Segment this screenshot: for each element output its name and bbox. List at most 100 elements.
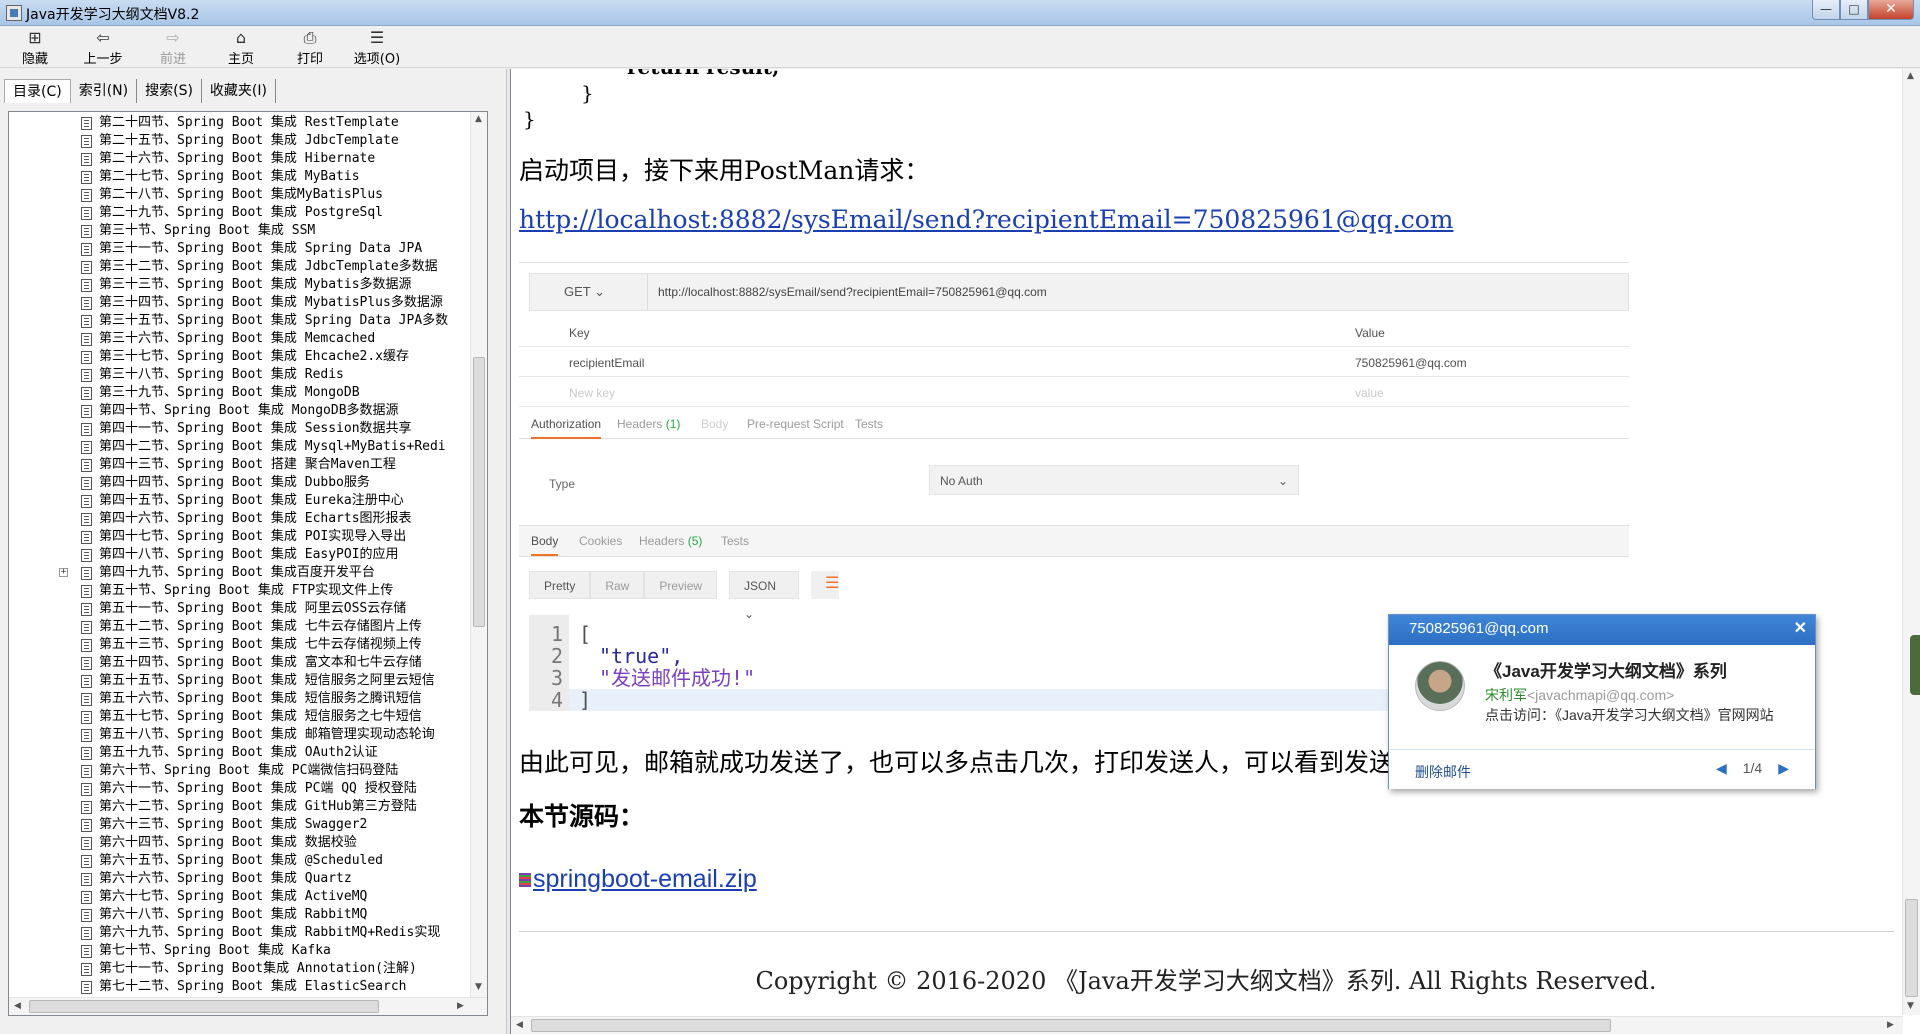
tree-item[interactable]: 第四十二节、Spring Boot 集成 Mysql+MyBatis+Redi bbox=[9, 438, 471, 456]
tree-item[interactable]: 第四十七节、Spring Boot 集成 POI实现导入导出 bbox=[9, 528, 471, 546]
tree-item[interactable]: 第三十六节、Spring Boot 集成 Memcached bbox=[9, 330, 471, 348]
maximize-button[interactable]: □ bbox=[1840, 0, 1868, 20]
tree-item[interactable]: 第六十节、Spring Boot 集成 PC端微信扫码登陆 bbox=[9, 762, 471, 780]
tree-item[interactable]: 第三十八节、Spring Boot 集成 Redis bbox=[9, 366, 471, 384]
scroll-down-icon[interactable]: ▼ bbox=[475, 982, 482, 992]
email-notification-popup[interactable]: 750825961@qq.com ✕ 《Java开发学习大纲文档》系列 宋利军<… bbox=[1388, 614, 1816, 789]
tree-item[interactable]: 第三十七节、Spring Boot 集成 Ehcache2.x缓存 bbox=[9, 348, 471, 366]
scroll-right-icon[interactable]: ▶ bbox=[1887, 1020, 1894, 1030]
scroll-left-icon[interactable]: ◀ bbox=[14, 1001, 21, 1011]
format-select[interactable]: JSON ⌄ bbox=[729, 571, 800, 621]
scroll-up-icon[interactable]: ▲ bbox=[475, 114, 482, 124]
wrap-lines-icon[interactable]: ☰ bbox=[811, 571, 839, 599]
expand-icon[interactable]: + bbox=[59, 568, 68, 577]
tree-vertical-scrollbar[interactable]: ▲ ▼ bbox=[470, 112, 487, 997]
tree-item[interactable]: 第四十一节、Spring Boot 集成 Session数据共享 bbox=[9, 420, 471, 438]
http-method-select[interactable]: GET ⌄ bbox=[530, 274, 648, 310]
param-value[interactable]: 750825961@qq.com bbox=[1355, 356, 1467, 370]
tree-scroll-thumb[interactable] bbox=[473, 357, 485, 627]
tree-item[interactable]: 第二十九节、Spring Boot 集成 PostgreSql bbox=[9, 204, 471, 222]
tree-item[interactable]: 第六十一节、Spring Boot 集成 PC端 QQ 授权登陆 bbox=[9, 780, 471, 798]
hide-button[interactable]: ⊞ 隐藏 bbox=[4, 28, 66, 67]
tree-item[interactable]: 第六十五节、Spring Boot 集成 @Scheduled bbox=[9, 852, 471, 870]
options-button[interactable]: ☰ 选项(O) bbox=[346, 28, 408, 67]
tree-item[interactable]: 第五十二节、Spring Boot 集成 七牛云存储图片上传 bbox=[9, 618, 471, 636]
tree-item[interactable]: 第五十四节、Spring Boot 集成 富文本和七牛云存储 bbox=[9, 654, 471, 672]
content-horizontal-scrollbar[interactable]: ◀ ▶ bbox=[511, 1016, 1903, 1034]
tree-item[interactable]: 第七十二节、Spring Boot 集成 ElasticSearch bbox=[9, 978, 471, 994]
tree-item[interactable]: 第三十一节、Spring Boot 集成 Spring Data JPA bbox=[9, 240, 471, 258]
tab-authorization[interactable]: Authorization bbox=[531, 417, 602, 439]
tree-item[interactable]: 第五十节、Spring Boot 集成 FTP实现文件上传 bbox=[9, 582, 471, 600]
zip-download-link[interactable]: springboot-email.zip bbox=[519, 865, 757, 894]
delete-email-button[interactable]: 删除邮件 bbox=[1415, 762, 1471, 782]
tab-response-tests[interactable]: Tests bbox=[721, 534, 749, 548]
tree-item[interactable]: 第三十二节、Spring Boot 集成 JdbcTemplate多数据 bbox=[9, 258, 471, 276]
notification-description[interactable]: 点击访问：《Java开发学习大纲文档》官网网站 bbox=[1485, 705, 1805, 725]
tree-item[interactable]: 第六十二节、Spring Boot 集成 GitHub第三方登陆 bbox=[9, 798, 471, 816]
tree-item[interactable]: 第四十节、Spring Boot 集成 MongoDB多数据源 bbox=[9, 402, 471, 420]
tree-item[interactable]: 第六十七节、Spring Boot 集成 ActiveMQ bbox=[9, 888, 471, 906]
tree-item[interactable]: 第三十四节、Spring Boot 集成 MybatisPlus多数据源 bbox=[9, 294, 471, 312]
tree-item[interactable]: 第七十节、Spring Boot 集成 Kafka bbox=[9, 942, 471, 960]
print-button[interactable]: ⎙ 打印 bbox=[279, 28, 341, 67]
previous-icon[interactable]: ◀ bbox=[1716, 760, 1727, 777]
side-tab-handle[interactable] bbox=[1910, 635, 1920, 695]
view-pretty[interactable]: Pretty bbox=[529, 571, 591, 599]
tree-item[interactable]: 第五十八节、Spring Boot 集成 邮箱管理实现动态轮询 bbox=[9, 726, 471, 744]
param-key[interactable]: recipientEmail bbox=[569, 356, 644, 370]
notification-body[interactable]: 《Java开发学习大纲文档》系列 宋利军<javachmapi@qq.com> … bbox=[1389, 645, 1815, 749]
tree-item[interactable]: 第二十六节、Spring Boot 集成 Hibernate bbox=[9, 150, 471, 168]
auth-type-select[interactable]: No Auth ⌄ bbox=[929, 465, 1299, 495]
tab-prerequest-script[interactable]: Pre-request Script bbox=[747, 417, 844, 431]
next-icon[interactable]: ▶ bbox=[1778, 760, 1789, 777]
scroll-up-icon[interactable]: ▲ bbox=[1907, 71, 1914, 81]
tree-item[interactable]: 第五十五节、Spring Boot 集成 短信服务之阿里云短信 bbox=[9, 672, 471, 690]
tree-item[interactable]: 第四十五节、Spring Boot 集成 Eureka注册中心 bbox=[9, 492, 471, 510]
request-url-input[interactable]: http://localhost:8882/sysEmail/send?reci… bbox=[658, 274, 1047, 310]
tree-item[interactable]: 第四十八节、Spring Boot 集成 EasyPOI的应用 bbox=[9, 546, 471, 564]
tree-item[interactable]: 第三十节、Spring Boot 集成 SSM bbox=[9, 222, 471, 240]
tab-headers[interactable]: Headers (1) bbox=[617, 417, 680, 431]
tab-index[interactable]: 索引(N) bbox=[71, 79, 138, 103]
tree-item[interactable]: 第四十四节、Spring Boot 集成 Dubbo服务 bbox=[9, 474, 471, 492]
tree-item[interactable]: 第六十九节、Spring Boot 集成 RabbitMQ+Redis实现 bbox=[9, 924, 471, 942]
tree-item[interactable]: 第七十一节、Spring Boot集成 Annotation(注解) bbox=[9, 960, 471, 978]
tree-item[interactable]: 第二十八节、Spring Boot 集成MyBatisPlus bbox=[9, 186, 471, 204]
tab-search[interactable]: 搜索(S) bbox=[137, 79, 202, 103]
view-raw[interactable]: Raw bbox=[590, 571, 645, 599]
scroll-down-icon[interactable]: ▼ bbox=[1907, 1001, 1914, 1011]
tab-body[interactable]: Body bbox=[701, 417, 728, 431]
tree-item[interactable]: 第六十六节、Spring Boot 集成 Quartz bbox=[9, 870, 471, 888]
scroll-left-icon[interactable]: ◀ bbox=[516, 1020, 523, 1030]
content-hscroll-thumb[interactable] bbox=[531, 1019, 1611, 1032]
tree-item[interactable]: 第五十一节、Spring Boot 集成 阿里云OSS云存储 bbox=[9, 600, 471, 618]
new-value-input[interactable]: value bbox=[1355, 386, 1384, 400]
tree-hscroll-thumb[interactable] bbox=[29, 1000, 379, 1013]
tree-item[interactable]: 第三十九节、Spring Boot 集成 MongoDB bbox=[9, 384, 471, 402]
tree-horizontal-scrollbar[interactable]: ◀ ▶ bbox=[9, 997, 487, 1015]
forward-button[interactable]: ⇨ 前进 bbox=[142, 28, 204, 67]
tree-item[interactable]: 第五十三节、Spring Boot 集成 七牛云存储视频上传 bbox=[9, 636, 471, 654]
tree-item[interactable]: 第六十四节、Spring Boot 集成 数据校验 bbox=[9, 834, 471, 852]
tab-tests[interactable]: Tests bbox=[855, 417, 883, 431]
tree-item[interactable]: + 第四十九节、Spring Boot 集成百度开发平台 bbox=[9, 564, 471, 582]
scroll-right-icon[interactable]: ▶ bbox=[457, 1001, 464, 1011]
tree-item[interactable]: 第二十四节、Spring Boot 集成 RestTemplate bbox=[9, 114, 471, 132]
tab-response-body[interactable]: Body bbox=[531, 534, 559, 556]
tree-item[interactable]: 第三十三节、Spring Boot 集成 Mybatis多数据源 bbox=[9, 276, 471, 294]
content-vertical-scrollbar[interactable]: ▲ ▼ bbox=[1902, 69, 1920, 1015]
tree-item[interactable]: 第五十七节、Spring Boot 集成 短信服务之七牛短信 bbox=[9, 708, 471, 726]
home-button[interactable]: ⌂ 主页 bbox=[210, 28, 272, 67]
tree-item[interactable]: 第六十三节、Spring Boot 集成 Swagger2 bbox=[9, 816, 471, 834]
tab-response-headers[interactable]: Headers (5) bbox=[639, 534, 702, 548]
tree-item[interactable]: 第二十五节、Spring Boot 集成 JdbcTemplate bbox=[9, 132, 471, 150]
tab-cookies[interactable]: Cookies bbox=[579, 534, 622, 548]
tree-item[interactable]: 第四十六节、Spring Boot 集成 Echarts图形报表 bbox=[9, 510, 471, 528]
close-icon[interactable]: ✕ bbox=[1794, 615, 1807, 643]
request-url-link[interactable]: http://localhost:8882/sysEmail/send?reci… bbox=[519, 205, 1453, 234]
new-key-input[interactable]: New key bbox=[569, 386, 615, 400]
minimize-button[interactable]: — bbox=[1812, 0, 1840, 20]
content-scroll-thumb[interactable] bbox=[1905, 899, 1918, 997]
tree-item[interactable]: 第二十七节、Spring Boot 集成 MyBatis bbox=[9, 168, 471, 186]
